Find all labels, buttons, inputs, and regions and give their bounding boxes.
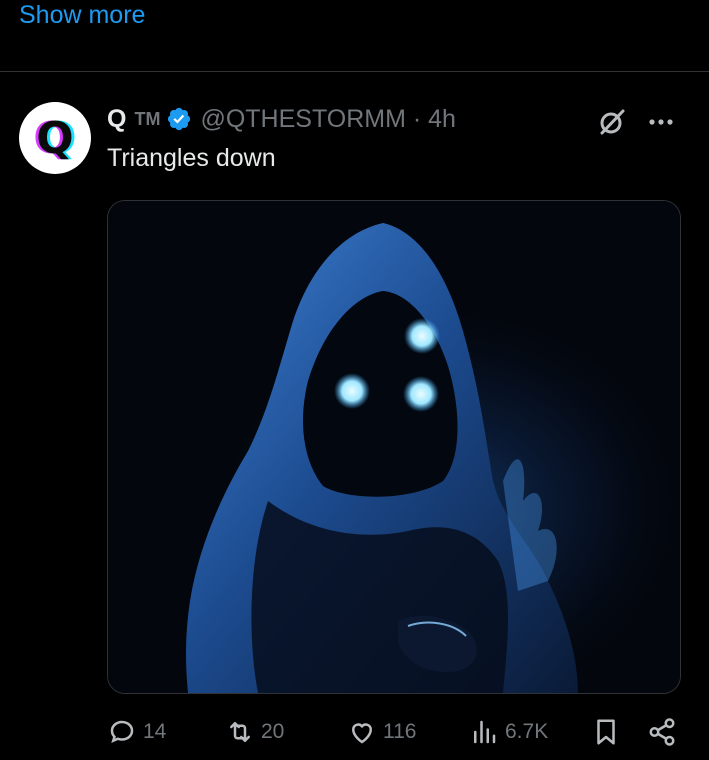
reply-icon (110, 720, 134, 743)
like-button[interactable]: 116 (347, 714, 416, 750)
heart-icon (351, 723, 373, 744)
bookmark-button[interactable] (591, 714, 621, 750)
repost-count: 20 (261, 720, 285, 743)
repost-icon (230, 722, 250, 742)
show-more-link[interactable]: Show more (19, 0, 145, 30)
tweet-actions-bar: 14 20 116 6.7K (107, 714, 682, 750)
tweet-text: Triangles down (107, 144, 276, 172)
views-button[interactable]: 6.7K (469, 714, 548, 750)
share-button[interactable] (647, 714, 677, 750)
grok-icon[interactable] (596, 106, 628, 138)
more-options-icon[interactable] (645, 108, 677, 136)
share-icon (649, 718, 675, 746)
tweet-divider (0, 71, 709, 72)
reply-count: 14 (143, 720, 167, 743)
author-tm-label: TM (134, 108, 161, 129)
repost-button[interactable]: 20 (225, 714, 284, 750)
tweet-header: Q TM @QTHESTORMM · 4h (107, 102, 456, 136)
views-count: 6.7K (505, 720, 549, 743)
verified-badge-icon (168, 107, 191, 131)
bookmark-icon (597, 719, 615, 745)
avatar-letter: Q (36, 112, 74, 164)
author-name[interactable]: Q (107, 105, 126, 134)
hooded-figure-image (108, 201, 680, 693)
author-handle-time[interactable]: @QTHESTORMM · 4h (200, 105, 456, 134)
avatar[interactable]: Q (19, 102, 91, 174)
views-chart-icon (474, 720, 496, 744)
reply-button[interactable]: 14 (107, 714, 166, 750)
tweet-media-image[interactable] (107, 200, 681, 694)
like-count: 116 (383, 720, 417, 743)
